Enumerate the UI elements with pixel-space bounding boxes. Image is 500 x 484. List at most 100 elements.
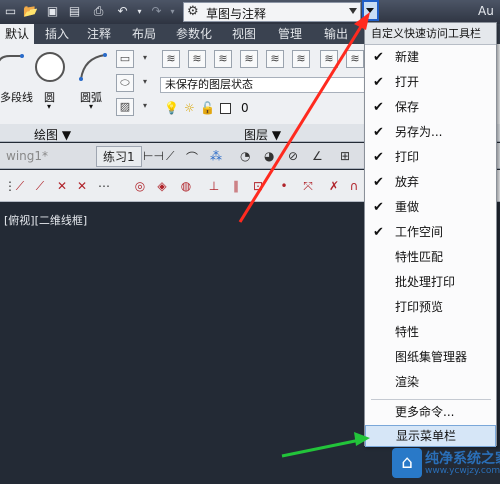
print-icon[interactable]: ⎙	[90, 3, 107, 20]
redo-dropdown-icon[interactable]: ▾	[164, 3, 181, 20]
snap-extension-icon[interactable]: ⋯	[96, 178, 112, 194]
menu-item-undo[interactable]: ✔ 放弃	[365, 170, 496, 195]
snap-settings-icon[interactable]: ∩	[346, 178, 362, 194]
menu-item-label: 批处理打印	[395, 275, 456, 289]
undo-icon[interactable]: ↶	[114, 3, 131, 20]
tab-insert[interactable]: 插入	[38, 24, 76, 44]
ellipse-icon[interactable]: ⬭	[116, 74, 134, 92]
menu-item-save[interactable]: ✔ 保存	[365, 95, 496, 120]
app-title: Au	[478, 4, 494, 18]
viewport-controls[interactable]: [俯视][二维线框]	[4, 212, 87, 228]
dimension-jog-icon[interactable]: ◕	[264, 149, 274, 163]
polyline-icon[interactable]	[0, 52, 24, 82]
circle-dropdown-icon[interactable]: ▾	[47, 102, 51, 111]
dimension-diameter-icon[interactable]: ⊘	[288, 149, 298, 163]
rectangle-dropdown-icon[interactable]: ▾	[136, 50, 154, 68]
check-icon: ✔	[373, 125, 384, 140]
layer-lock-icon[interactable]: ≋	[292, 50, 310, 68]
menu-item-open[interactable]: ✔ 打开	[365, 70, 496, 95]
menu-item-batch-plot[interactable]: 批处理打印	[365, 270, 496, 295]
snap-tangent-icon[interactable]: ◍	[178, 178, 194, 194]
dimension-arc-icon[interactable]: ⌒	[186, 149, 198, 166]
snap-apparent-icon[interactable]: ✕	[74, 178, 90, 194]
hatch-icon[interactable]: ▨	[116, 98, 134, 116]
dimension-ordinate-icon[interactable]: ⁂	[210, 149, 222, 163]
dimension-aligned-icon[interactable]: ⟋	[166, 149, 174, 164]
check-icon: ✔	[373, 175, 384, 190]
menu-item-more-commands[interactable]: 更多命令...	[365, 400, 496, 425]
snap-node-icon[interactable]: •	[276, 178, 292, 194]
snap-quadrant-icon[interactable]: ◈	[154, 178, 170, 194]
draw-panel-title[interactable]: 绘图 ▼	[34, 126, 71, 143]
arc-dropdown-icon[interactable]: ▾	[89, 102, 93, 111]
menu-item-show-menubar[interactable]: 显示菜单栏	[365, 425, 496, 447]
snap-endpoint-icon[interactable]: ⟋	[12, 178, 28, 194]
snap-perpendicular-icon[interactable]: ⊥	[206, 178, 222, 194]
arc-icon[interactable]	[78, 52, 108, 82]
menu-item-label: 工作空间	[395, 225, 444, 239]
layer-freeze-icon[interactable]: ≋	[266, 50, 284, 68]
dimension-radius-icon[interactable]: ◔	[240, 149, 250, 163]
drawing-canvas[interactable]: [俯视][二维线框]	[0, 202, 365, 484]
menu-item-label: 特性匹配	[395, 250, 444, 264]
dropdown-arrow-icon	[366, 8, 374, 13]
doc-tab-practice[interactable]: 练习1	[96, 146, 142, 167]
snap-none-icon[interactable]: ✗	[326, 178, 342, 194]
snap-midpoint-icon[interactable]: ⟋	[32, 178, 48, 194]
layer-off-icon[interactable]: ≋	[214, 50, 232, 68]
tab-manage[interactable]: 管理	[270, 24, 310, 44]
dimension-linear-icon[interactable]: ⊢⊣	[143, 149, 164, 163]
menu-item-label: 特性	[395, 325, 420, 339]
rectangle-icon[interactable]: ▭	[116, 50, 134, 68]
layer-match-icon[interactable]: ≋	[320, 50, 338, 68]
layer-properties-icon[interactable]: ≋	[162, 50, 180, 68]
layer-walk-icon[interactable]: ≋	[346, 50, 364, 68]
snap-intersection-icon[interactable]: ✕	[54, 178, 70, 194]
customize-qat-menu: 自定义快速访问工具栏 ✔ 新建 ✔ 打开 ✔ 保存 ✔ 另存为... ✔ 打印 ✔ 放弃 ✔…	[364, 22, 497, 447]
watermark-logo-icon: ⌂	[392, 448, 422, 478]
tab-view[interactable]: 视图	[224, 24, 264, 44]
open-folder-icon[interactable]: 📂	[22, 3, 39, 20]
customize-qat-button[interactable]	[362, 0, 379, 21]
menu-item-redo[interactable]: ✔ 重做	[365, 195, 496, 220]
menu-item-sheet-set-manager[interactable]: 图纸集管理器	[365, 345, 496, 370]
layer-isolate-icon[interactable]: ≋	[240, 50, 258, 68]
layer-state-combo[interactable]: 未保存的图层状态	[160, 77, 366, 93]
tab-default[interactable]: 默认	[0, 24, 34, 44]
ellipse-dropdown-icon[interactable]: ▾	[136, 74, 154, 92]
tab-parametric[interactable]: 参数化	[170, 24, 218, 44]
tab-layout[interactable]: 布局	[124, 24, 164, 44]
menu-item-save-as[interactable]: ✔ 另存为...	[365, 120, 496, 145]
quick-dimension-icon[interactable]: ⊞	[340, 149, 350, 163]
snap-parallel-icon[interactable]: ∥	[228, 178, 244, 194]
layer-state-icon[interactable]: ≋	[188, 50, 206, 68]
menu-item-label: 打开	[395, 75, 420, 89]
dimension-angular-icon[interactable]: ∠	[312, 149, 323, 163]
menu-item-print[interactable]: ✔ 打印	[365, 145, 496, 170]
save-as-icon[interactable]: ▤	[66, 3, 83, 20]
menu-item-render[interactable]: 渲染	[365, 370, 496, 395]
menu-item-workspace[interactable]: ✔ 工作空间	[365, 220, 496, 245]
menu-item-properties[interactable]: 特性	[365, 320, 496, 345]
redo-icon[interactable]: ↷	[148, 3, 165, 20]
save-icon[interactable]: ▣	[44, 3, 61, 20]
doc-tab-wing[interactable]: wing1*	[0, 146, 54, 167]
workspace-selector[interactable]: ⚙ 草图与注释	[183, 2, 361, 22]
hatch-dropdown-icon[interactable]: ▾	[136, 98, 154, 116]
menu-item-match-properties[interactable]: 特性匹配	[365, 245, 496, 270]
menu-item-label: 保存	[395, 100, 420, 114]
circle-icon[interactable]	[35, 52, 65, 82]
tab-annotate[interactable]: 注释	[80, 24, 118, 44]
open-icon[interactable]: ▭	[2, 3, 19, 20]
tab-output[interactable]: 输出	[316, 24, 356, 44]
layer-panel-title[interactable]: 图层 ▼	[244, 126, 281, 143]
polyline-label[interactable]: 多段线	[0, 89, 33, 105]
check-icon: ✔	[373, 100, 384, 115]
menu-item-plot-preview[interactable]: 打印预览	[365, 295, 496, 320]
snap-center-icon[interactable]: ◎	[132, 178, 148, 194]
snap-nearest-icon[interactable]: ⤧	[300, 178, 316, 194]
undo-dropdown-icon[interactable]: ▾	[131, 3, 148, 20]
menu-item-new[interactable]: ✔ 新建	[365, 45, 496, 70]
layer-current-label[interactable]: 0	[241, 101, 249, 115]
snap-insert-icon[interactable]: ⊡	[250, 178, 266, 194]
